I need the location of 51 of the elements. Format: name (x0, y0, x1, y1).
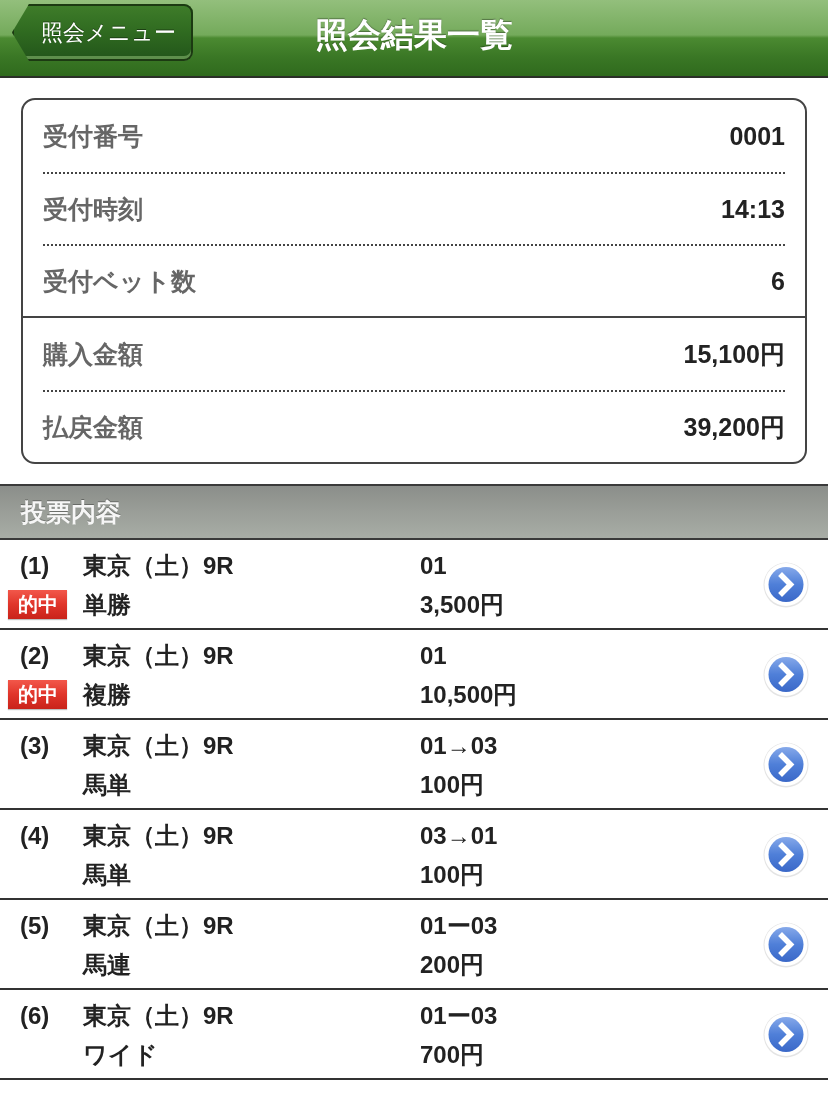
chevron-right-icon[interactable] (763, 652, 809, 698)
hit-badge: 的中 (8, 590, 67, 619)
bet-type: 複勝 (83, 679, 131, 710)
bet-type: 単勝 (83, 589, 131, 620)
bet-number: (1) (20, 550, 50, 581)
bet-type: 馬連 (83, 949, 131, 980)
section-title: 投票内容 (21, 496, 121, 528)
field-value: 39,200円 (683, 411, 785, 443)
horse-combination: 01 (420, 640, 447, 671)
bet-amount: 100円 (420, 769, 485, 800)
chevron-right-icon[interactable] (763, 832, 809, 878)
field-value: 15,100円 (683, 338, 785, 370)
bet-amount: 200円 (420, 949, 485, 980)
field-label: 受付時刻 (43, 193, 143, 225)
horse-combination: 01ー03 (420, 1000, 498, 1031)
race-name: 東京（土）9R (83, 1000, 234, 1031)
bet-amount: 10,500円 (420, 679, 518, 710)
bet-type: ワイド (83, 1039, 158, 1070)
page-title: 照会結果一覧 (315, 15, 513, 55)
race-name: 東京（土）9R (83, 820, 234, 851)
bet-type: 馬単 (83, 859, 131, 890)
race-name: 東京（土）9R (83, 730, 234, 761)
horse-combination: 01ー03 (420, 910, 498, 941)
bet-number: (3) (20, 730, 50, 761)
bet-amount: 100円 (420, 859, 485, 890)
field-label: 受付ベット数 (43, 265, 196, 297)
chevron-right-icon[interactable] (763, 562, 809, 608)
race-name: 東京（土）9R (83, 910, 234, 941)
chevron-right-icon[interactable] (763, 922, 809, 968)
bet-number: (6) (20, 1000, 50, 1031)
hit-badge: 的中 (8, 680, 67, 709)
bet-number: (5) (20, 910, 50, 941)
horse-combination: 03→01 (420, 820, 498, 851)
field-label: 受付番号 (43, 120, 143, 152)
race-name: 東京（土）9R (83, 550, 234, 581)
chevron-right-icon[interactable] (763, 1012, 809, 1058)
race-name: 東京（土）9R (83, 640, 234, 671)
bet-amount: 700円 (420, 1039, 485, 1070)
horse-combination: 01 (420, 550, 447, 581)
bet-number: (2) (20, 640, 50, 671)
bet-amount: 3,500円 (420, 589, 505, 620)
field-value: 6 (771, 266, 785, 296)
bet-number: (4) (20, 820, 50, 851)
field-value: 14:13 (721, 194, 785, 224)
field-label: 購入金額 (43, 338, 143, 370)
back-button[interactable]: 照会メニュー (12, 4, 193, 61)
field-value: 0001 (729, 121, 785, 151)
horse-combination: 01→03 (420, 730, 498, 761)
chevron-right-icon[interactable] (763, 742, 809, 788)
field-label: 払戻金額 (43, 411, 143, 443)
bet-type: 馬単 (83, 769, 131, 800)
